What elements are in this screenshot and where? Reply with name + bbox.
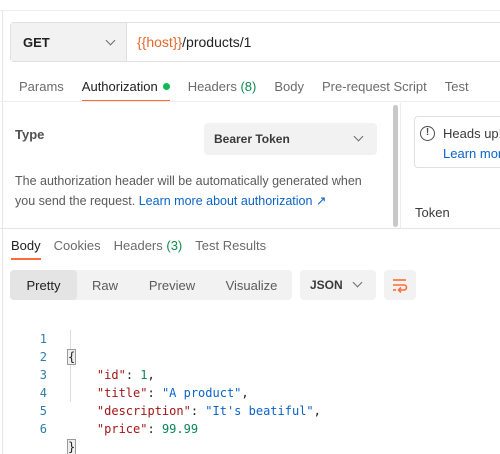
auth-type-select[interactable]: Bearer Token xyxy=(204,123,377,155)
tab-body[interactable]: Body xyxy=(265,70,313,102)
tab-label: Headers xyxy=(113,238,163,253)
tab-response-body[interactable]: Body xyxy=(7,238,45,260)
code-line: 4 "description": "It's beatiful", xyxy=(0,366,500,418)
format-value: JSON xyxy=(310,278,343,292)
heads-up-callout: ! Heads up! Learn more xyxy=(414,116,500,168)
close-brace: } xyxy=(66,439,77,454)
view-preview-button[interactable]: Preview xyxy=(133,270,211,300)
url-path: /products/1 xyxy=(182,34,252,50)
tab-cookies[interactable]: Cookies xyxy=(50,238,105,260)
tab-params[interactable]: Params xyxy=(10,70,73,102)
tab-pre-request-script[interactable]: Pre-request Script xyxy=(313,70,436,102)
response-tabs: Body Cookies Headers (3) Test Results xyxy=(7,238,275,260)
view-pretty-button[interactable]: Pretty xyxy=(10,270,77,300)
tab-label: Body xyxy=(274,79,304,94)
wrap-lines-button[interactable] xyxy=(384,270,416,300)
line-number: 6 xyxy=(39,422,47,436)
divider xyxy=(0,101,500,102)
request-tabs: Params Authorization Headers (8) Body Pr… xyxy=(10,70,478,102)
code-line: 3 "title": "A product", xyxy=(0,348,500,400)
tab-tests[interactable]: Test xyxy=(436,70,478,102)
tab-count: (8) xyxy=(240,79,257,94)
type-label: Type xyxy=(15,127,45,142)
request-url-bar: GET {{host}}/products/1 xyxy=(10,22,500,62)
tab-label: Headers xyxy=(187,79,237,94)
code-text: "price": 99.99 xyxy=(96,422,199,436)
learn-more-authorization-link[interactable]: Learn more about authorization ↗ xyxy=(139,194,327,208)
tab-label: Params xyxy=(19,79,64,94)
tab-label: Cookies xyxy=(53,238,101,253)
panel-divider xyxy=(400,103,401,229)
json-key: "price" xyxy=(96,422,148,436)
chevron-down-icon xyxy=(105,35,116,46)
tab-count: (3) xyxy=(166,238,183,253)
wrap-lines-icon xyxy=(393,279,408,293)
divider xyxy=(0,228,500,229)
tab-label: Test xyxy=(444,79,469,94)
code-line: 5 "price": 99.99 xyxy=(0,384,500,436)
status-dot xyxy=(162,83,170,90)
tab-test-results[interactable]: Test Results xyxy=(191,238,270,260)
tab-response-headers[interactable]: Headers (3) xyxy=(110,238,187,260)
tab-label: Authorization xyxy=(81,79,158,94)
tab-label: Test Results xyxy=(195,238,267,253)
response-body-code[interactable]: 1 { 2 "id": 1, 3 "title": "A product", 4… xyxy=(0,312,500,454)
token-label: Token xyxy=(415,205,450,220)
code-line: 1 { xyxy=(0,312,500,365)
format-select[interactable]: JSON xyxy=(300,270,376,300)
json-value: 99.99 xyxy=(161,422,199,436)
chevron-down-icon xyxy=(353,131,364,142)
learn-more-link[interactable]: Learn more xyxy=(443,146,500,161)
auth-type-value: Bearer Token xyxy=(214,132,290,146)
tab-label: Pre-request Script xyxy=(321,79,427,94)
view-visualize-button[interactable]: Visualize xyxy=(211,270,292,300)
method-select[interactable]: GET xyxy=(11,23,127,61)
chevron-down-icon xyxy=(352,277,363,288)
callout-title: Heads up! xyxy=(443,126,500,141)
tab-authorization[interactable]: Authorization xyxy=(73,70,179,102)
tab-headers[interactable]: Headers (8) xyxy=(179,70,266,102)
view-mode-segmented: Pretty Raw Preview Visualize xyxy=(10,270,292,300)
info-icon: ! xyxy=(420,126,435,141)
method-label: GET xyxy=(23,34,50,50)
url-variable: {{host}} xyxy=(137,34,183,50)
code-line: 6 } xyxy=(0,402,500,454)
code-text: } xyxy=(66,438,77,454)
top-strip xyxy=(0,0,500,11)
url-input[interactable]: {{host}}/products/1 xyxy=(127,23,251,61)
code-line: 2 "id": 1, xyxy=(0,330,500,382)
tab-label: Body xyxy=(11,238,41,253)
view-raw-button[interactable]: Raw xyxy=(77,270,133,300)
scrollbar[interactable] xyxy=(393,105,398,227)
auth-help-text: The authorization header will be automat… xyxy=(15,171,385,211)
